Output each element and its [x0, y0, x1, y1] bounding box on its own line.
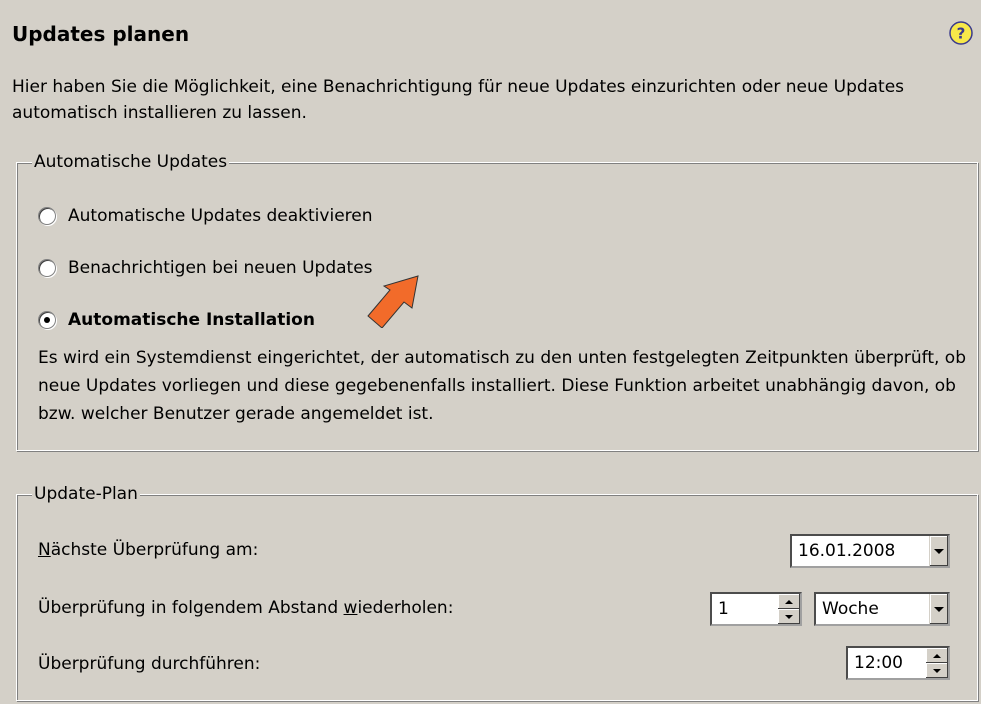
radio-button[interactable] [38, 207, 56, 225]
repeat-interval-stepper[interactable]: 1 [710, 592, 802, 626]
repeat-unit-select[interactable]: Woche [814, 592, 950, 626]
spin-up-icon[interactable] [778, 594, 800, 609]
chevron-down-icon[interactable] [929, 594, 948, 624]
radio-button-selected[interactable] [38, 311, 56, 329]
spin-up-icon[interactable] [926, 648, 948, 663]
repeat-unit-value: Woche [822, 599, 879, 619]
radio-label: Benachrichtigen bei neuen Updates [68, 258, 373, 278]
orange-arrow-icon [367, 275, 419, 328]
radio-disable-updates[interactable]: Automatische Updates deaktivieren [38, 206, 373, 226]
radio-automatic-installation[interactable]: Automatische Installation [38, 310, 315, 330]
radio-notify-updates[interactable]: Benachrichtigen bei neuen Updates [38, 258, 373, 278]
radio-label: Automatische Installation [68, 310, 315, 330]
spin-down-icon[interactable] [926, 663, 948, 678]
chevron-down-icon[interactable] [929, 536, 948, 566]
spin-down-icon[interactable] [778, 609, 800, 624]
next-check-date-value: 16.01.2008 [798, 541, 896, 561]
radio-label: Automatische Updates deaktivieren [68, 206, 373, 226]
repeat-interval-label: Überprüfung in folgendem Abstand wiederh… [38, 598, 454, 618]
next-check-label: Nächste Überprüfung am: [38, 540, 259, 560]
run-time-value: 12:00 [854, 653, 903, 673]
update-plan-legend: Update-Plan [32, 484, 140, 504]
automatic-installation-description: Es wird ein Systemdienst eingerichtet, d… [38, 348, 967, 424]
intro-text: Hier haben Sie die Möglichkeit, eine Ben… [12, 77, 905, 123]
automatic-updates-legend: Automatische Updates [32, 152, 230, 172]
next-check-date-picker[interactable]: 16.01.2008 [790, 534, 950, 568]
run-time-label: Überprüfung durchführen: [38, 654, 261, 674]
page-title: Updates planen [12, 22, 190, 46]
svg-text:?: ? [957, 25, 966, 43]
repeat-interval-value: 1 [718, 599, 729, 619]
spin-buttons[interactable] [778, 594, 800, 624]
help-question-icon[interactable]: ? [948, 20, 974, 46]
spin-buttons[interactable] [926, 648, 948, 678]
run-time-stepper[interactable]: 12:00 [846, 646, 950, 680]
radio-button[interactable] [38, 259, 56, 277]
